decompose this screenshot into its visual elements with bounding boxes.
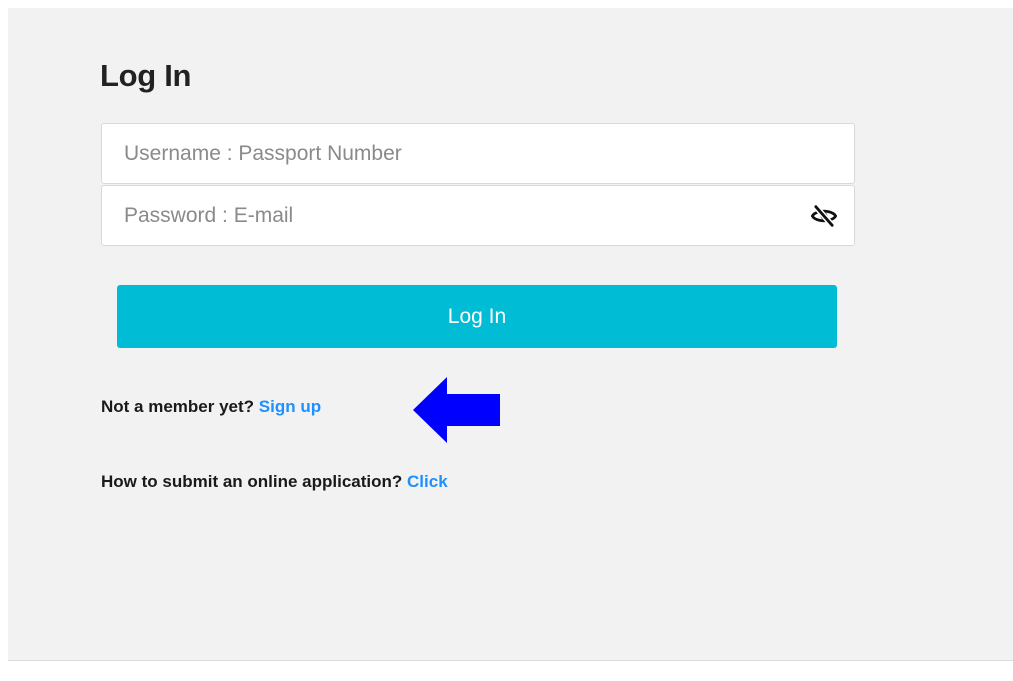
arrow-left-icon: [413, 377, 500, 443]
password-field: [101, 185, 855, 246]
panel-divider: [8, 660, 1013, 661]
help-line: How to submit an online application? Cli…: [101, 472, 448, 492]
eye-slash-icon[interactable]: [810, 202, 838, 230]
help-prompt: How to submit an online application?: [101, 472, 403, 491]
password-input[interactable]: [102, 186, 854, 245]
page-title: Log In: [100, 58, 192, 93]
help-link[interactable]: Click: [407, 472, 448, 491]
login-button[interactable]: Log In: [117, 285, 837, 348]
username-field: [101, 123, 855, 184]
signup-line: Not a member yet? Sign up: [101, 397, 321, 417]
username-input[interactable]: [102, 124, 854, 183]
signup-link[interactable]: Sign up: [259, 397, 321, 416]
arrow-shape: [413, 377, 500, 443]
signup-prompt: Not a member yet?: [101, 397, 255, 416]
